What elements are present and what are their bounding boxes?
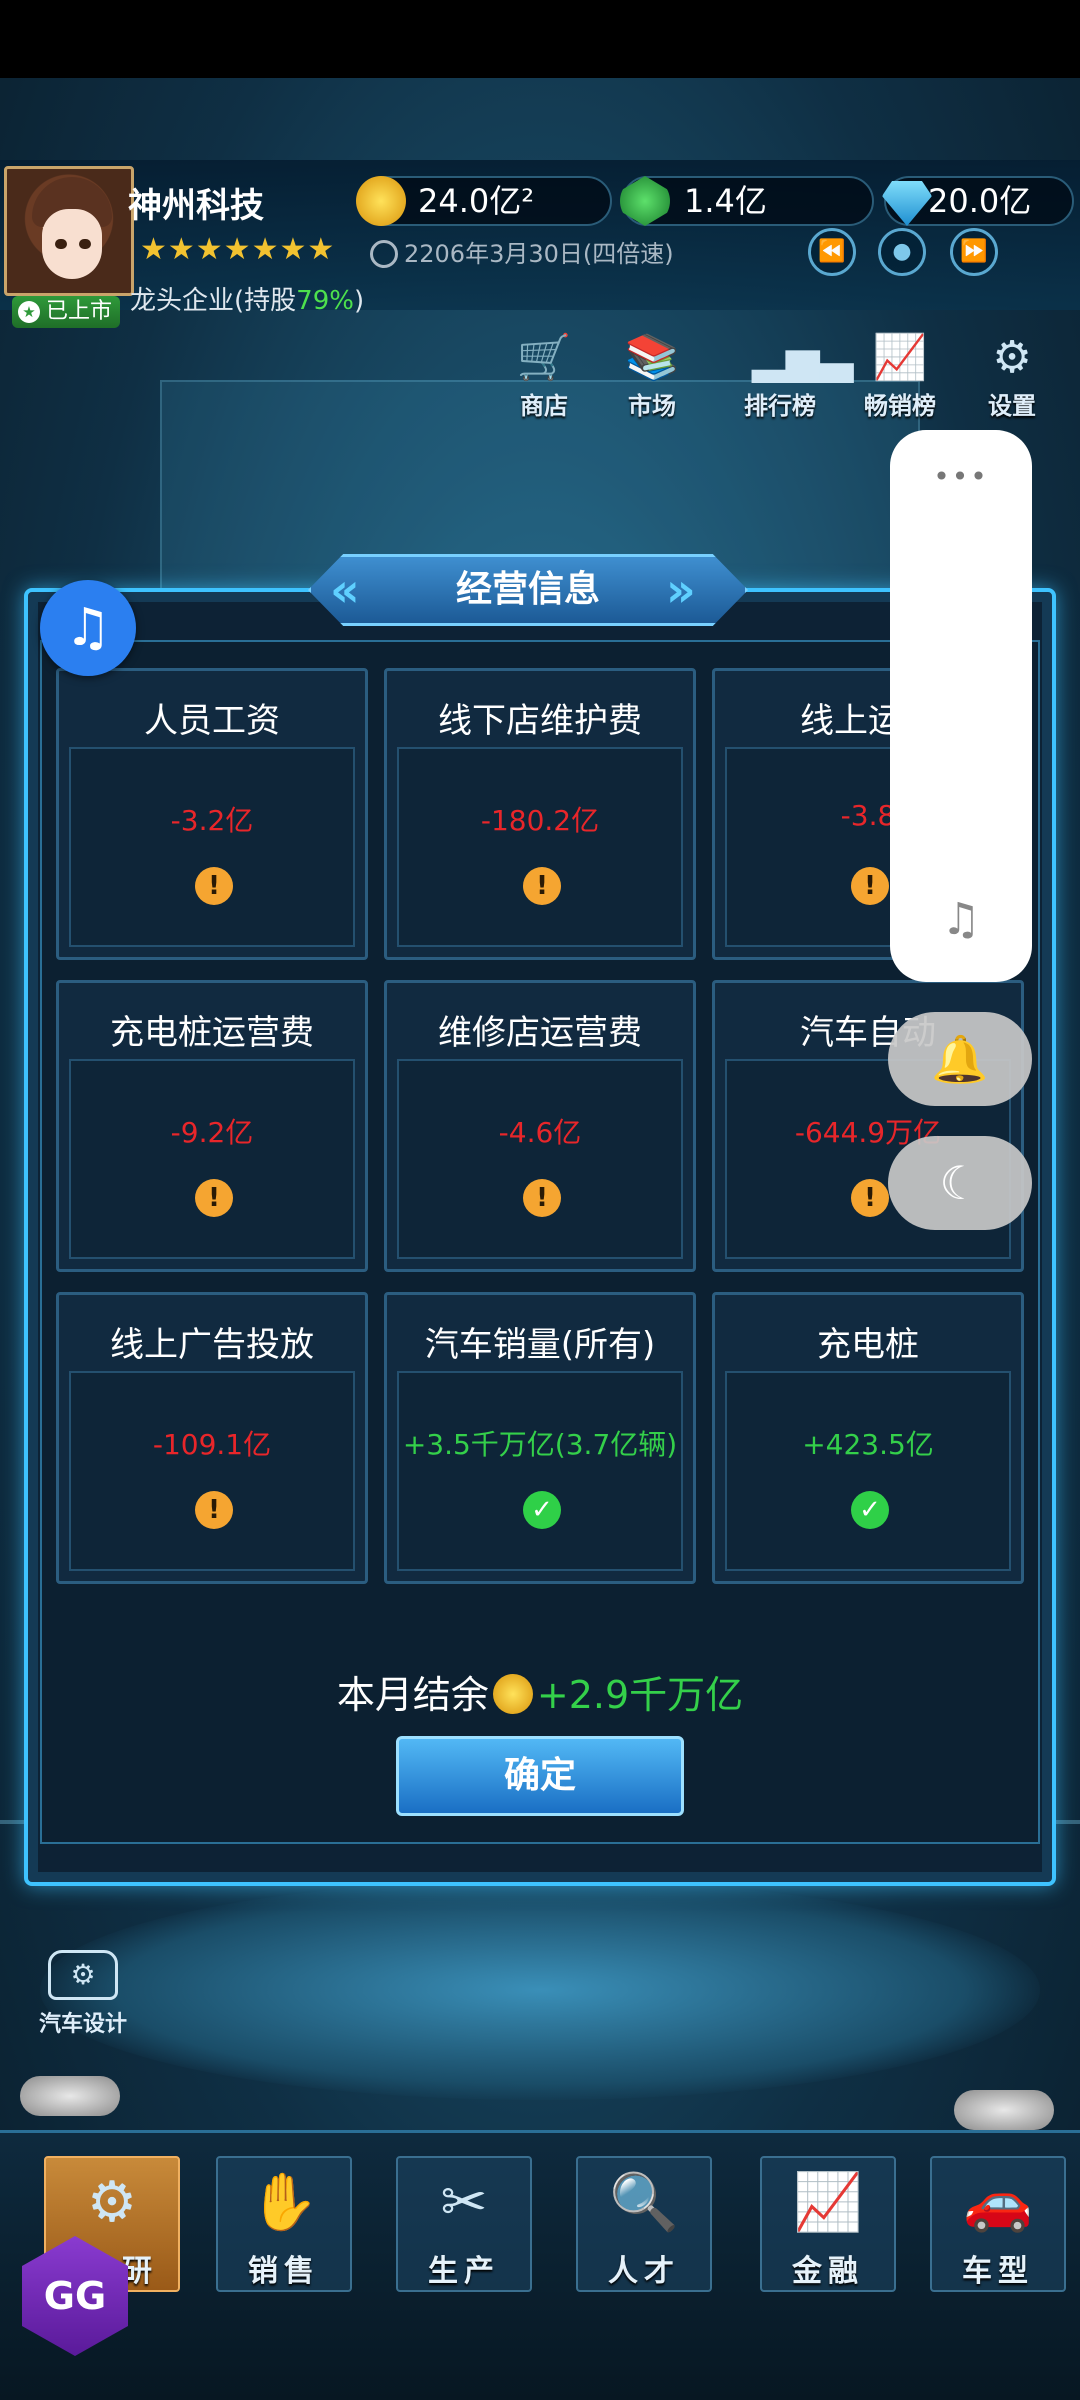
stage-light <box>20 2076 120 2116</box>
cart-icon: 🛒 <box>516 332 572 383</box>
gold-coin-icon <box>492 1674 533 1714</box>
check-icon: ✓ <box>523 1491 561 1529</box>
card-online-ads[interactable]: 线上广告投放 -109.1亿 ! <box>56 1292 368 1584</box>
nav-sales[interactable]: ✋ 销售 <box>216 2156 352 2292</box>
ranking-icon: ▂▅▃ <box>752 332 854 383</box>
card-car-sales[interactable]: 汽车销量(所有) +3.5千万亿(3.7亿辆) ✓ <box>384 1292 696 1584</box>
card-value: +3.5千万亿(3.7亿辆) <box>402 1428 678 1461</box>
card-staff-salary[interactable]: 人员工资 -3.2亿 ! <box>56 668 368 960</box>
card-charging-pile-operation[interactable]: 充电桩运营费 -9.2亿 ! <box>56 980 368 1272</box>
star-icon: ★ <box>18 301 40 323</box>
avatar[interactable] <box>4 166 134 296</box>
nav-finance[interactable]: 📈 金融 <box>760 2156 896 2292</box>
warning-icon: ! <box>195 867 233 905</box>
game-date-text: 2206年3月30日(四倍速) <box>404 240 674 268</box>
menu-shop[interactable]: 🛒 商店 <box>494 330 594 430</box>
card-value: -3.2亿 <box>170 804 254 837</box>
finance-icon: 📈 <box>793 2170 863 2235</box>
confirm-button[interactable]: 确定 <box>396 1736 684 1816</box>
card-value: -180.2亿 <box>480 804 600 837</box>
nav-talent[interactable]: 🔍 人才 <box>576 2156 712 2292</box>
balance-amount: +2.9千万亿 <box>536 1673 744 1717</box>
card-offline-store-maintenance[interactable]: 线下店维护费 -180.2亿 ! <box>384 668 696 960</box>
share-percent: 79% <box>296 286 354 316</box>
star-rating: ★★★★★★★ <box>140 232 336 267</box>
green-resource[interactable]: 1.4亿 <box>620 176 874 226</box>
warning-icon: ! <box>523 1179 561 1217</box>
card-value: +423.5亿 <box>802 1428 934 1461</box>
game-date: 2206年3月30日(四倍速) <box>370 234 674 269</box>
nav-car-model[interactable]: 🚗 车型 <box>930 2156 1066 2292</box>
more-dots-icon[interactable]: ••• <box>890 460 1032 493</box>
monthly-balance: 本月结余 +2.9千万亿 <box>336 1673 744 1717</box>
warning-icon: ! <box>523 867 561 905</box>
warning-icon: ! <box>195 1179 233 1217</box>
dialog-title: 经营信息 <box>455 569 600 610</box>
bell-icon: 🔔 <box>931 1032 989 1086</box>
sales-icon: ✋ <box>249 2170 319 2235</box>
research-icon: ⚙ <box>86 2170 138 2235</box>
warning-icon: ! <box>851 1179 889 1217</box>
bell-button[interactable]: 🔔 <box>888 1012 1032 1106</box>
car-design-button[interactable]: ⚙ 汽车设计 <box>28 1950 138 2050</box>
moon-icon: ☾ <box>939 1156 981 1210</box>
menu-bestseller[interactable]: 📈 畅销榜 <box>850 330 950 430</box>
night-mode-button[interactable]: ☾ <box>888 1136 1032 1230</box>
check-icon: ✓ <box>851 1491 889 1529</box>
menu-ranking[interactable]: ▂▅▃ 排行榜 <box>730 330 854 430</box>
warning-icon: ! <box>195 1491 233 1529</box>
card-charging-pile[interactable]: 充电桩 +423.5亿 ✓ <box>712 1292 1024 1584</box>
card-value: -109.1亿 <box>152 1428 272 1461</box>
gold-resource[interactable]: 24.0亿² <box>356 176 612 226</box>
rewind-button[interactable]: ⏪ <box>808 228 856 276</box>
pause-button[interactable]: ● <box>878 228 926 276</box>
music-note-icon[interactable]: ♫ <box>940 895 982 945</box>
card-repair-shop-operation[interactable]: 维修店运营费 -4.6亿 ! <box>384 980 696 1272</box>
nav-production[interactable]: ✂ 生产 <box>396 2156 532 2292</box>
gold-coin-icon <box>356 176 406 226</box>
fast-forward-button[interactable]: ⏩ <box>950 228 998 276</box>
status-bar <box>0 0 1080 78</box>
production-icon: ✂ <box>440 2170 488 2235</box>
background-stage <box>40 1880 1040 2100</box>
diamond-resource[interactable]: 20.0亿 <box>882 176 1074 226</box>
bestseller-icon: 📈 <box>872 332 928 383</box>
company-name: 神州科技 <box>128 186 264 226</box>
car-design-icon: ⚙ <box>48 1950 118 2000</box>
stage-light <box>954 2090 1054 2130</box>
gear-icon: ⚙ <box>992 332 1032 383</box>
card-value: -9.2亿 <box>170 1116 254 1149</box>
warning-icon: ! <box>851 867 889 905</box>
talent-icon: 🔍 <box>609 2170 679 2235</box>
car-model-icon: 🚗 <box>963 2170 1033 2235</box>
music-bubble-button[interactable]: ♫ <box>40 580 136 676</box>
market-icon: 📚 <box>624 332 680 383</box>
share-status: 龙头企业(持股79%) <box>130 286 365 316</box>
menu-market[interactable]: 📚 市场 <box>602 330 702 430</box>
menu-settings[interactable]: ⚙ 设置 <box>962 330 1062 430</box>
listed-badge: ★ 已上市 <box>12 296 120 328</box>
card-value: -4.6亿 <box>498 1116 582 1149</box>
clock-icon <box>370 240 398 268</box>
